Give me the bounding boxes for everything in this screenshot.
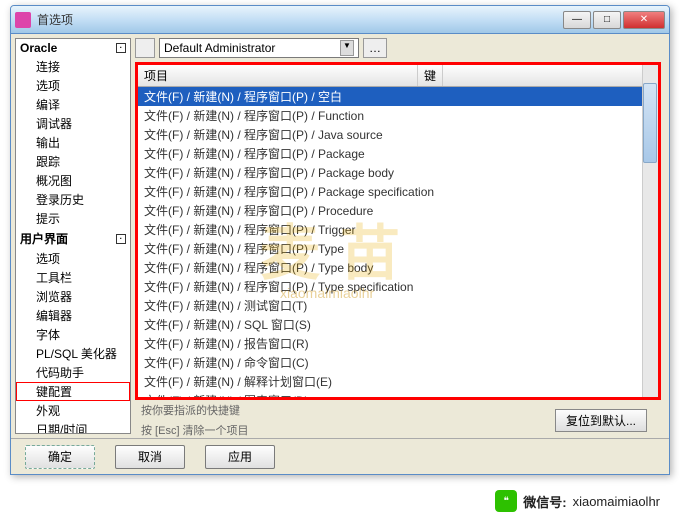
profile-combo[interactable]: Default Administrator ▼ <box>159 38 359 58</box>
sidebar-item[interactable]: PL/SQL 美化器 <box>16 344 130 363</box>
ok-button[interactable]: 确定 <box>25 445 95 469</box>
table-row[interactable]: 文件(F) / 新建(N) / 程序窗口(P) / Package body <box>138 163 658 182</box>
sidebar-item[interactable]: 选项 <box>16 249 130 268</box>
table-body[interactable]: 文件(F) / 新建(N) / 程序窗口(P) / 空白文件(F) / 新建(N… <box>138 87 658 397</box>
combo-value: Default Administrator <box>164 41 275 55</box>
profile-icon[interactable] <box>135 38 155 58</box>
close-button[interactable]: ✕ <box>623 11 665 29</box>
table-row[interactable]: 文件(F) / 新建(N) / 程序窗口(P) / Function <box>138 106 658 125</box>
sidebar-item[interactable]: 日期/时间 <box>16 420 130 434</box>
sidebar-item[interactable]: 编辑器 <box>16 306 130 325</box>
scroll-thumb[interactable] <box>643 83 657 163</box>
sidebar-item[interactable]: 浏览器 <box>16 287 130 306</box>
table-row[interactable]: 文件(F) / 新建(N) / 程序窗口(P) / Package specif… <box>138 182 658 201</box>
table-row[interactable]: 文件(F) / 新建(N) / 程序窗口(P) / Trigger <box>138 220 658 239</box>
toolbar: Default Administrator ▼ … <box>135 38 661 58</box>
table-row[interactable]: 文件(F) / 新建(N) / SQL 窗口(S) <box>138 315 658 334</box>
sidebar-item[interactable]: 调试器 <box>16 114 130 133</box>
maximize-button[interactable]: □ <box>593 11 621 29</box>
table-row[interactable]: 文件(F) / 新建(N) / 程序窗口(P) / Java source <box>138 125 658 144</box>
more-button[interactable]: … <box>363 38 387 58</box>
sidebar-item[interactable]: 跟踪 <box>16 152 130 171</box>
apply-button[interactable]: 应用 <box>205 445 275 469</box>
table-row[interactable]: 文件(F) / 新建(N) / 图表窗口(D) <box>138 391 658 397</box>
collapse-icon[interactable]: · <box>116 234 126 244</box>
sidebar-item[interactable]: 概况图 <box>16 171 130 190</box>
header-key[interactable]: 键 <box>418 65 443 86</box>
dialog-footer: 确定 取消 应用 <box>11 438 669 474</box>
table-row[interactable]: 文件(F) / 新建(N) / 程序窗口(P) / Procedure <box>138 201 658 220</box>
sidebar-section[interactable]: 用户界面· <box>16 228 130 249</box>
attribution: ❝ 微信号: xiaomaimiaolhr <box>495 490 660 512</box>
chevron-down-icon[interactable]: ▼ <box>340 40 354 56</box>
sidebar-item[interactable]: 连接 <box>16 57 130 76</box>
table-row[interactable]: 文件(F) / 新建(N) / 程序窗口(P) / Type body <box>138 258 658 277</box>
collapse-icon[interactable]: · <box>116 43 126 53</box>
table-row[interactable]: 文件(F) / 新建(N) / 程序窗口(P) / Type <box>138 239 658 258</box>
key-bindings-panel: 项目 键 文件(F) / 新建(N) / 程序窗口(P) / 空白文件(F) /… <box>135 62 661 400</box>
attribution-value: xiaomaimiaolhr <box>573 494 660 509</box>
sidebar-item[interactable]: 编译 <box>16 95 130 114</box>
table-row[interactable]: 文件(F) / 新建(N) / 程序窗口(P) / Type specifica… <box>138 277 658 296</box>
table-row[interactable]: 文件(F) / 新建(N) / 解释计划窗口(E) <box>138 372 658 391</box>
sidebar-item[interactable]: 工具栏 <box>16 268 130 287</box>
sidebar-item[interactable]: 字体 <box>16 325 130 344</box>
sidebar-item[interactable]: 提示 <box>16 209 130 228</box>
window-title: 首选项 <box>37 11 563 28</box>
attribution-label: 微信号: <box>523 492 566 511</box>
preferences-window: 首选项 — □ ✕ Oracle·连接选项编译调试器输出跟踪概况图登录历史提示用… <box>10 5 670 475</box>
wechat-icon: ❝ <box>495 490 517 512</box>
scrollbar[interactable] <box>642 65 658 397</box>
table-header: 项目 键 <box>138 65 658 87</box>
sidebar-section[interactable]: Oracle· <box>16 39 130 57</box>
sidebar-item[interactable]: 外观 <box>16 401 130 420</box>
sidebar-item[interactable]: 登录历史 <box>16 190 130 209</box>
reset-defaults-button[interactable]: 复位到默认... <box>555 409 647 432</box>
header-item[interactable]: 项目 <box>138 65 418 86</box>
category-tree[interactable]: Oracle·连接选项编译调试器输出跟踪概况图登录历史提示用户界面·选项工具栏浏… <box>15 38 131 434</box>
table-row[interactable]: 文件(F) / 新建(N) / 程序窗口(P) / Package <box>138 144 658 163</box>
titlebar[interactable]: 首选项 — □ ✕ <box>11 6 669 34</box>
sidebar-item[interactable]: 键配置 <box>16 382 130 401</box>
table-row[interactable]: 文件(F) / 新建(N) / 程序窗口(P) / 空白 <box>138 87 658 106</box>
sidebar-item[interactable]: 选项 <box>16 76 130 95</box>
sidebar-item[interactable]: 输出 <box>16 133 130 152</box>
minimize-button[interactable]: — <box>563 11 591 29</box>
cancel-button[interactable]: 取消 <box>115 445 185 469</box>
table-row[interactable]: 文件(F) / 新建(N) / 测试窗口(T) <box>138 296 658 315</box>
app-icon <box>15 12 31 28</box>
table-row[interactable]: 文件(F) / 新建(N) / 报告窗口(R) <box>138 334 658 353</box>
table-row[interactable]: 文件(F) / 新建(N) / 命令窗口(C) <box>138 353 658 372</box>
sidebar-item[interactable]: 代码助手 <box>16 363 130 382</box>
